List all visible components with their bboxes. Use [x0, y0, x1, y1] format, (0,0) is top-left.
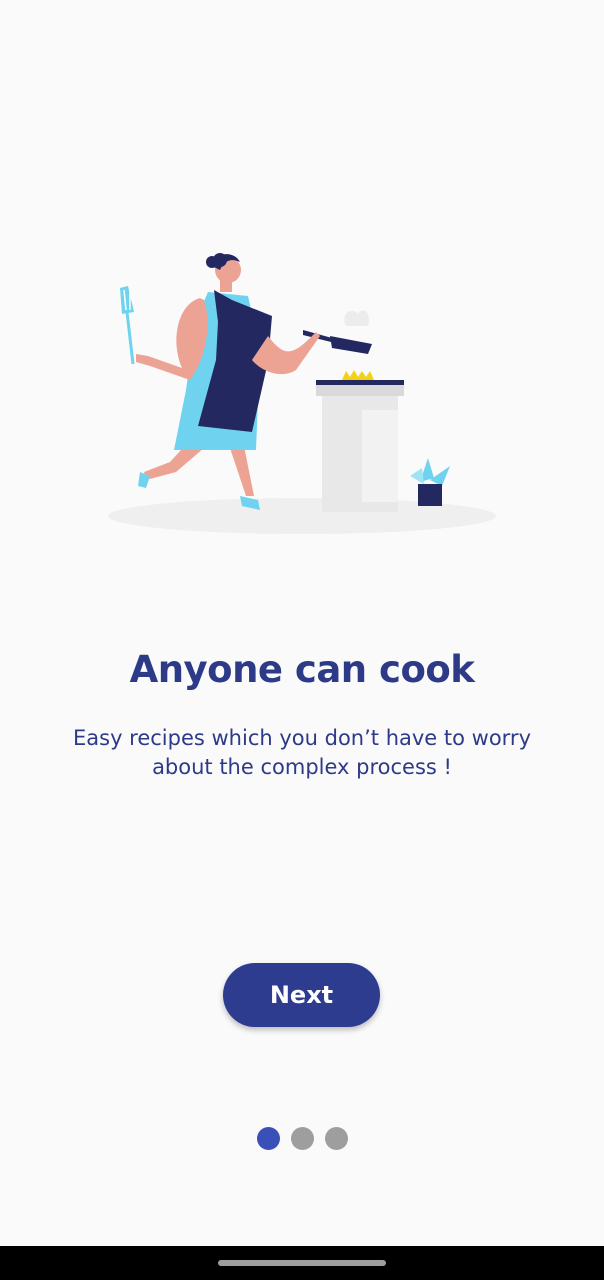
page-dot-1[interactable]: [256, 1127, 280, 1150]
onboarding-screen: Anyone can cook Easy recipes which you d…: [0, 0, 604, 1280]
page-description: Easy recipes which you don’t have to wor…: [72, 726, 531, 779]
woman-cooking-illustration: [108, 253, 496, 534]
home-indicator[interactable]: [218, 1260, 386, 1266]
page-indicator: [0, 1127, 604, 1150]
page-dot-3[interactable]: [324, 1127, 348, 1150]
page-title: Anyone can cook: [129, 648, 475, 691]
page-dot-2[interactable]: [290, 1127, 314, 1150]
next-button[interactable]: Next: [223, 963, 380, 1027]
system-navigation-bar: [0, 1246, 604, 1280]
